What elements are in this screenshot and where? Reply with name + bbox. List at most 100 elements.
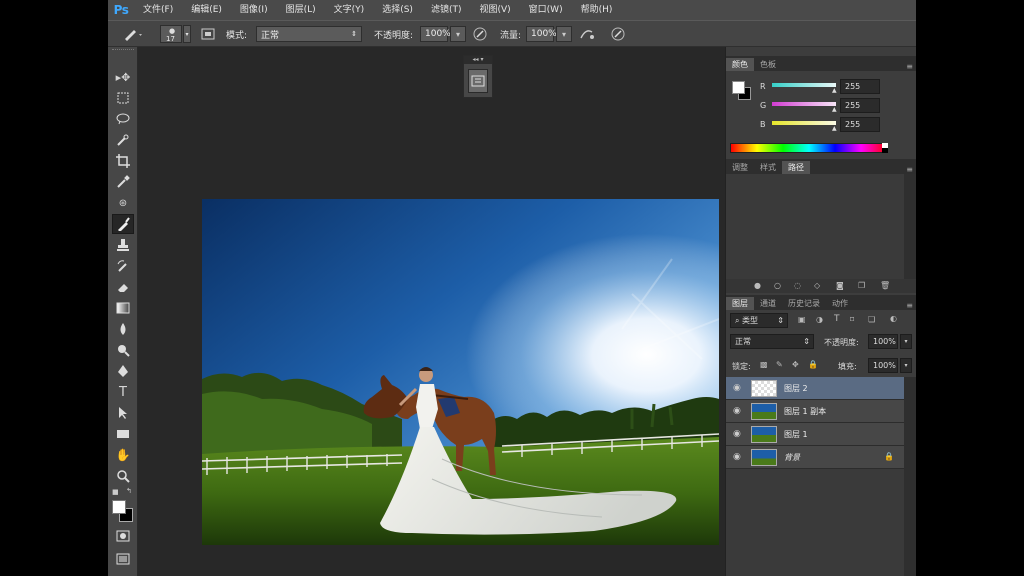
panel-menu-icon[interactable]: ≡ <box>906 62 916 71</box>
menu-layer[interactable]: 图层(L) <box>277 0 325 20</box>
character-panel-button[interactable] <box>468 69 488 93</box>
channel-b-input[interactable]: 255 <box>840 117 880 132</box>
tab-channels[interactable]: 通道 <box>754 297 782 310</box>
rectangle-tool[interactable] <box>112 424 134 444</box>
fill-dropdown[interactable]: ▾ <box>900 358 912 373</box>
marquee-tool[interactable] <box>112 88 134 108</box>
lock-pixels-icon[interactable]: ✎ <box>776 360 783 369</box>
layer-name[interactable]: 图层 2 <box>784 383 808 394</box>
layer-filter-dropdown[interactable]: ⌕ 类型 ⇕ <box>730 313 788 328</box>
menu-type[interactable]: 文字(Y) <box>325 0 374 20</box>
chevron-down-icon[interactable]: ▾ <box>183 25 191 43</box>
tab-swatches[interactable]: 色板 <box>754 58 782 71</box>
healing-brush-tool[interactable]: ⊛ <box>112 193 134 213</box>
foreground-color-swatch[interactable] <box>112 500 126 514</box>
channel-r-input[interactable]: 255 <box>840 79 880 94</box>
lasso-tool[interactable] <box>112 109 134 129</box>
make-path-icon[interactable]: ◇ <box>814 281 820 290</box>
delete-path-icon[interactable]: 🗑 <box>880 281 890 290</box>
menu-edit[interactable]: 编辑(E) <box>182 0 231 20</box>
flow-input[interactable]: 100% <box>526 26 557 42</box>
dodge-tool[interactable] <box>112 340 134 360</box>
channel-g-slider[interactable] <box>772 102 836 106</box>
new-path-icon[interactable]: ❐ <box>858 281 865 290</box>
tab-color[interactable]: 颜色 <box>726 58 754 71</box>
tab-actions[interactable]: 动作 <box>826 297 854 310</box>
eye-icon[interactable]: ◉ <box>733 429 741 439</box>
panel-menu-icon[interactable]: ≡ <box>906 165 916 174</box>
color-fg-swatch[interactable] <box>732 81 745 94</box>
default-colors-icon[interactable]: ■ <box>112 488 119 496</box>
layer-opacity-dropdown[interactable]: ▾ <box>900 334 912 349</box>
quick-mask-button[interactable] <box>112 526 134 546</box>
menu-help[interactable]: 帮助(H) <box>572 0 622 20</box>
paths-scrollbar[interactable] <box>904 174 916 279</box>
layer-opacity-input[interactable]: 100% <box>868 334 898 349</box>
layer-row[interactable]: ◉ 背景 🔒 <box>726 446 904 469</box>
panel-menu-icon[interactable]: ≡ <box>906 301 916 310</box>
color-spectrum-bar[interactable] <box>730 143 888 153</box>
stroke-path-icon[interactable]: ○ <box>774 281 781 290</box>
eraser-tool[interactable] <box>112 277 134 297</box>
layer-row[interactable]: ◉ 图层 2 <box>726 377 904 400</box>
flow-dropdown-button[interactable]: ▾ <box>556 26 572 42</box>
tab-styles[interactable]: 样式 <box>754 161 782 174</box>
crop-tool[interactable] <box>112 151 134 171</box>
slider-thumb-icon[interactable]: ▲ <box>832 125 837 132</box>
blend-mode-dropdown[interactable]: 正常 ⇕ <box>730 334 814 349</box>
move-tool[interactable]: ▸✥ <box>112 67 134 87</box>
filter-toggle-icon[interactable]: ◐ <box>890 314 897 323</box>
slider-thumb-icon[interactable]: ▲ <box>832 106 837 113</box>
filter-smart-object-icon[interactable]: ❏ <box>868 315 875 324</box>
filter-type-icon[interactable]: T <box>834 314 840 324</box>
swap-colors-icon[interactable]: ↰ <box>126 487 132 495</box>
opacity-input[interactable]: 100% <box>420 26 451 42</box>
layers-scrollbar[interactable] <box>904 377 916 576</box>
fill-path-icon[interactable]: ● <box>754 281 761 290</box>
black-white-ramp[interactable] <box>882 143 888 153</box>
menu-image[interactable]: 图像(I) <box>231 0 277 20</box>
pressure-size-toggle[interactable] <box>610 25 626 43</box>
clone-stamp-tool[interactable] <box>112 235 134 255</box>
brush-tool[interactable] <box>112 214 134 234</box>
layer-name[interactable]: 图层 1 <box>784 429 808 440</box>
tab-layers[interactable]: 图层 <box>726 297 754 310</box>
add-mask-icon[interactable]: ◙ <box>836 281 844 290</box>
menu-file[interactable]: 文件(F) <box>134 0 182 20</box>
collapse-arrows-icon[interactable]: ◂◂ ▾ <box>464 56 492 64</box>
pressure-opacity-toggle[interactable] <box>472 25 488 43</box>
eye-icon[interactable]: ◉ <box>733 383 741 393</box>
document-canvas[interactable] <box>202 199 719 545</box>
tab-history[interactable]: 历史记录 <box>782 297 826 310</box>
menu-view[interactable]: 视图(V) <box>470 0 519 20</box>
quick-selection-tool[interactable] <box>112 130 134 150</box>
layer-row[interactable]: ◉ 图层 1 <box>726 423 904 446</box>
blur-tool[interactable] <box>112 319 134 339</box>
channel-b-slider[interactable] <box>772 121 836 125</box>
history-brush-tool[interactable] <box>112 256 134 276</box>
mode-dropdown[interactable]: 正常 ⇕ <box>256 26 362 42</box>
channel-g-input[interactable]: 255 <box>840 98 880 113</box>
menu-filter[interactable]: 滤镜(T) <box>422 0 471 20</box>
lock-position-icon[interactable]: ✥ <box>792 360 799 369</box>
load-selection-icon[interactable]: ◌ <box>794 281 801 290</box>
type-tool[interactable]: T <box>112 382 134 402</box>
filter-adjustment-icon[interactable]: ◑ <box>816 315 823 324</box>
opacity-dropdown-button[interactable]: ▾ <box>450 26 466 42</box>
lock-transparency-icon[interactable]: ▩ <box>760 360 768 369</box>
brush-panel-toggle[interactable] <box>200 25 216 43</box>
eyedropper-tool[interactable] <box>112 172 134 192</box>
channel-r-slider[interactable] <box>772 83 836 87</box>
toolbar-grip[interactable] <box>112 49 134 53</box>
fill-input[interactable]: 100% <box>868 358 898 373</box>
layer-name[interactable]: 图层 1 副本 <box>784 406 826 417</box>
tab-paths[interactable]: 路径 <box>782 161 810 174</box>
lock-all-icon[interactable]: 🔒 <box>808 360 818 369</box>
path-selection-tool[interactable] <box>112 403 134 423</box>
layer-row[interactable]: ◉ 图层 1 副本 <box>726 400 904 423</box>
layer-name[interactable]: 背景 <box>784 452 800 463</box>
pen-tool[interactable] <box>112 361 134 381</box>
filter-pixel-icon[interactable]: ▣ <box>798 315 806 324</box>
zoom-tool[interactable] <box>112 466 134 486</box>
brush-size-picker[interactable]: ● 17 ▾ <box>160 25 191 43</box>
